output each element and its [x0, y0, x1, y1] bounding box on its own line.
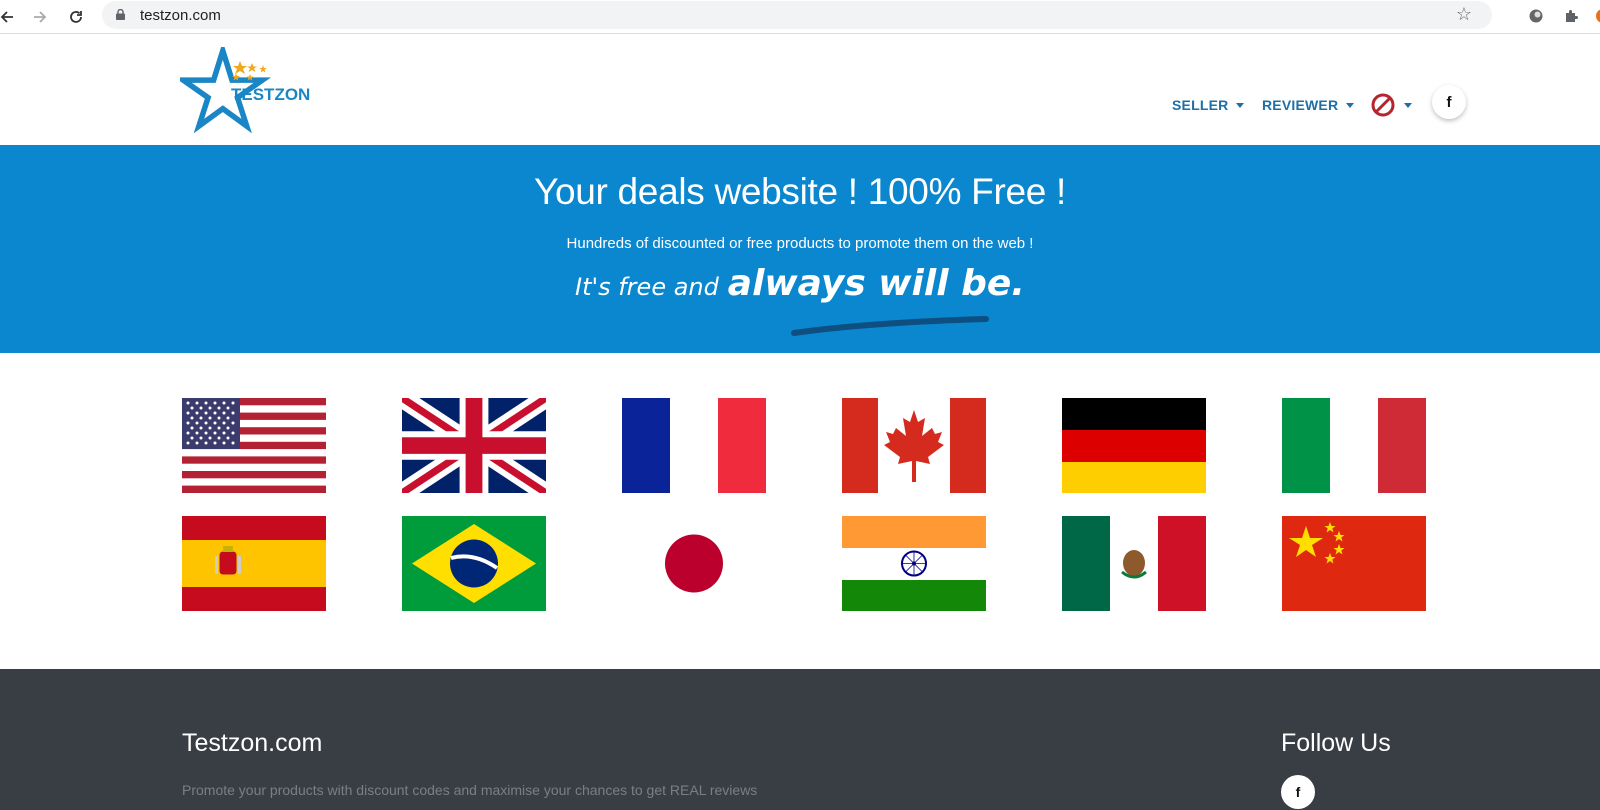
follow-us-title: Follow Us: [1281, 729, 1391, 757]
chevron-down-icon: [1404, 102, 1412, 108]
facebook-icon: f: [1295, 784, 1301, 800]
reviewer-menu-label: REVIEWER: [1262, 97, 1339, 113]
site-footer: Testzon.com Promote your products with d…: [0, 669, 1600, 810]
hero-slogan: It's free and always will be.: [0, 263, 1600, 304]
facebook-footer-button[interactable]: f: [1281, 775, 1315, 809]
flag-mexico[interactable]: [1062, 516, 1206, 611]
profile-avatar[interactable]: [1592, 5, 1600, 27]
footer-title: Testzon.com: [182, 729, 323, 757]
bookmark-star-icon[interactable]: ☆: [1456, 4, 1472, 25]
browser-toolbar: testzon.com ☆: [0, 0, 1600, 34]
chevron-down-icon: [1346, 102, 1355, 108]
extension-icon[interactable]: [1525, 5, 1547, 27]
lock-icon: [116, 9, 125, 20]
url-text: testzon.com: [140, 7, 221, 24]
slogan-part2: always will be.: [727, 263, 1025, 304]
facebook-icon: f: [1446, 93, 1452, 111]
slogan-part1: It's free and: [575, 273, 719, 301]
reviewer-menu[interactable]: REVIEWER: [1262, 97, 1355, 113]
flag-spain[interactable]: [182, 516, 326, 611]
hero-banner: Your deals website ! 100% Free ! Hundred…: [0, 145, 1600, 353]
flag-uk[interactable]: [402, 398, 546, 493]
hero-subtitle: Hundreds of discounted or free products …: [566, 235, 1034, 252]
puzzle-extensions-icon[interactable]: [1560, 5, 1582, 27]
site-header: TESTZON SELLER REVIEWER f: [0, 35, 1600, 145]
language-menu[interactable]: [1370, 92, 1412, 118]
address-bar[interactable]: testzon.com ☆: [102, 1, 1492, 29]
seller-menu[interactable]: SELLER: [1172, 97, 1245, 113]
flag-canada[interactable]: [842, 398, 986, 493]
testzon-logo[interactable]: TESTZON: [174, 41, 315, 135]
hero-title: Your deals website ! 100% Free !: [533, 171, 1066, 212]
facebook-header-button[interactable]: f: [1432, 85, 1466, 119]
reload-icon[interactable]: [63, 4, 89, 30]
flag-italy[interactable]: [1282, 398, 1426, 493]
footer-description: Promote your products with discount code…: [182, 782, 758, 798]
seller-menu-label: SELLER: [1172, 97, 1229, 113]
chevron-down-icon: [1236, 102, 1245, 108]
flag-japan[interactable]: [622, 516, 766, 611]
slogan-underline: [791, 316, 989, 336]
flag-us[interactable]: [182, 398, 326, 493]
country-flags-grid: [0, 353, 1600, 669]
flag-brazil[interactable]: [402, 516, 546, 611]
flag-germany[interactable]: [1062, 398, 1206, 493]
flag-china[interactable]: [1282, 516, 1426, 611]
back-icon[interactable]: [0, 4, 20, 30]
flag-france[interactable]: [622, 398, 766, 493]
logo-text: TESTZON: [231, 85, 310, 104]
flag-india[interactable]: [842, 516, 986, 611]
forward-icon[interactable]: [27, 4, 53, 30]
no-entry-icon: [1371, 93, 1395, 117]
